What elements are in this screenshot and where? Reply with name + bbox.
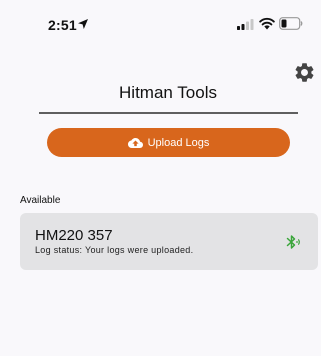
battery-icon [279,17,303,30]
location-arrow-icon [78,19,88,29]
page-title: Hitman Tools [119,83,217,102]
status-time: 2:51 [48,17,77,33]
bluetooth-icon [286,235,300,249]
title-divider [39,112,298,114]
upload-logs-label: Upload Logs [147,136,210,149]
status-bar: 2:51 [0,0,321,44]
device-list-item[interactable]: HM220 357 Log status: Your logs were upl… [20,213,318,270]
available-section-label: Available [20,195,61,206]
device-name: HM220 357 [35,227,113,244]
upload-logs-button[interactable]: Upload Logs [47,128,290,157]
device-log-status: Log status: Your logs were uploaded. [35,245,194,255]
cloud-upload-icon [127,137,143,148]
cellular-signal-icon [237,19,254,30]
gear-icon[interactable] [293,61,316,84]
wifi-icon [259,17,275,30]
